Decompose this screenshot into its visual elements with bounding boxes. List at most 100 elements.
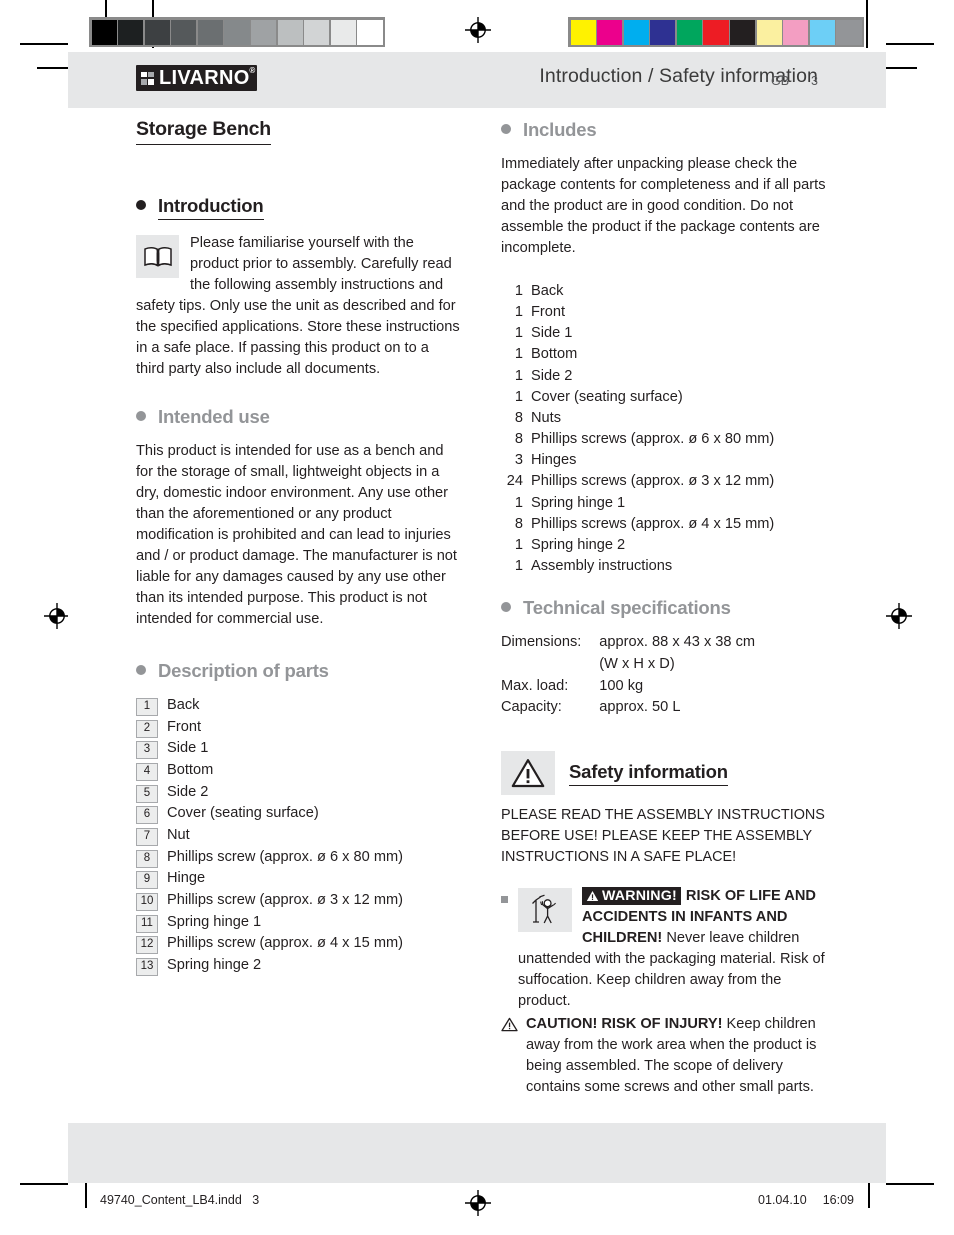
bullet-dot-icon xyxy=(136,200,146,210)
technical-specifications-heading: Technical specifications xyxy=(523,597,731,619)
part-label: Hinge xyxy=(167,870,206,887)
color-swatch xyxy=(251,19,277,45)
list-item: 13 Spring hinge 2 xyxy=(136,955,461,976)
table-row: (W x H x D) xyxy=(501,654,755,676)
part-label: Phillips screw (approx. ø 3 x 12 mm) xyxy=(167,891,403,908)
spec-key: Dimensions: xyxy=(501,634,582,651)
child-packaging-icon xyxy=(518,887,572,932)
list-item: 24 Phillips screws (approx. ø 3 x 12 mm) xyxy=(501,471,826,492)
spec-key xyxy=(501,654,599,676)
spec-value: approx. 50 L xyxy=(599,699,681,716)
color-swatch xyxy=(144,19,170,45)
livarno-wordmark: LIVARNO ® xyxy=(159,67,255,89)
footer-page-number: 3 xyxy=(811,74,818,88)
list-item: 10 Phillips screw (approx. ø 3 x 12 mm) xyxy=(136,890,461,911)
item-quantity: 1 xyxy=(514,283,523,299)
introduction-heading: Introduction xyxy=(158,195,264,220)
table-row: Capacity: approx. 50 L xyxy=(501,697,755,719)
list-item: 5 Side 2 xyxy=(136,782,461,803)
crop-mark-top-right-v xyxy=(866,0,868,48)
item-label: Nuts xyxy=(531,409,562,426)
item-label: Side 2 xyxy=(531,367,573,384)
print-file-name: 49740_Content_LB4.indd xyxy=(100,1193,242,1207)
footer-locale: GB xyxy=(770,74,790,88)
color-swatch xyxy=(783,19,809,45)
item-quantity: 1 xyxy=(514,325,523,342)
list-item: 3 Hinges xyxy=(501,450,826,471)
spec-value: (W x H x D) xyxy=(599,655,675,672)
caution-bold-text: CAUTION! RISK OF INJURY! xyxy=(526,1015,723,1032)
list-item: 2 Front xyxy=(136,717,461,738)
list-item: 8 Phillips screws (approx. ø 4 x 15 mm) xyxy=(501,514,826,535)
content-columns: Storage Bench Introduction Please famili… xyxy=(136,118,826,1098)
bullet-dot-icon xyxy=(136,411,146,421)
page-footer-band xyxy=(68,1123,886,1183)
spec-key: Max. load: xyxy=(501,677,569,694)
page-sheet: Introduction / Safety information Storag… xyxy=(68,52,886,1183)
warning-triangle-icon xyxy=(501,751,555,796)
item-label: Spring hinge 2 xyxy=(531,536,626,553)
item-quantity: 8 xyxy=(514,431,523,448)
crop-mark-bottom-left-h xyxy=(20,1183,68,1185)
item-quantity: 1 xyxy=(514,388,523,405)
color-swatch xyxy=(330,19,356,45)
section-heading-technical-specifications: Technical specifications xyxy=(501,597,826,619)
page-title: Storage Bench xyxy=(136,118,271,145)
color-swatch xyxy=(597,19,623,45)
item-label: Phillips screws (approx. ø 3 x 12 mm) xyxy=(531,473,775,490)
color-swatch xyxy=(676,19,702,45)
list-item: 1 Back xyxy=(501,281,826,302)
left-column: Storage Bench Introduction Please famili… xyxy=(136,118,461,1098)
color-swatch xyxy=(171,19,197,45)
includes-heading: Includes xyxy=(523,119,597,140)
item-quantity: 1 xyxy=(514,558,523,575)
part-number-badge: 5 xyxy=(136,784,158,803)
print-timestamp: 01.04.10 16:09 xyxy=(758,1193,854,1207)
color-swatch xyxy=(197,19,223,45)
list-item: 1 Spring hinge 2 xyxy=(501,535,826,556)
item-quantity: 1 xyxy=(514,536,523,553)
list-item: 8 Phillips screw (approx. ø 6 x 80 mm) xyxy=(136,847,461,868)
spec-value: 100 kg xyxy=(599,677,644,694)
item-label: Side 1 xyxy=(531,325,573,342)
table-row: Dimensions: approx. 88 x 43 x 38 cm xyxy=(501,632,755,654)
section-heading-introduction: Introduction xyxy=(136,195,461,220)
introduction-text: Please familiarise yourself with the pro… xyxy=(136,235,460,377)
print-file-info: 49740_Content_LB4.indd 3 xyxy=(100,1193,259,1207)
item-label: Bottom xyxy=(531,346,578,363)
part-number-badge: 7 xyxy=(136,827,158,846)
section-heading-includes: Includes xyxy=(501,119,826,141)
section-heading-safety-information: Safety information xyxy=(501,751,826,796)
description-of-parts-list: 1 Back 2 Front 3 Side 1 4 Bottom 5 Side 2 6 Cover (… xyxy=(136,695,461,976)
part-label: Spring hinge 1 xyxy=(167,913,262,930)
introduction-paragraph: Please familiarise yourself with the pro… xyxy=(136,233,461,380)
part-number-badge: 12 xyxy=(136,936,158,955)
crop-mark-top-left-h xyxy=(20,43,68,45)
part-label: Phillips screw (approx. ø 6 x 80 mm) xyxy=(167,848,403,865)
list-item: 1 Side 2 xyxy=(501,366,826,387)
color-swatch xyxy=(118,19,144,45)
part-number-badge: 11 xyxy=(136,914,158,933)
intended-use-heading: Intended use xyxy=(158,406,270,427)
color-swatch xyxy=(304,19,330,45)
livarno-wordmark-text: LIVARNO xyxy=(159,67,250,89)
book-info-icon xyxy=(136,235,179,278)
warning-label-text: WARNING! xyxy=(602,887,677,904)
table-row: Max. load: 100 kg xyxy=(501,676,755,698)
spec-value: approx. 88 x 43 x 38 cm xyxy=(599,634,756,651)
part-label: Spring hinge 2 xyxy=(167,956,262,973)
color-swatch xyxy=(836,19,862,45)
registered-mark-icon: ® xyxy=(249,66,256,75)
part-number-badge: 10 xyxy=(136,892,158,911)
part-number-badge: 1 xyxy=(136,698,158,716)
item-quantity: 24 xyxy=(506,473,523,490)
part-number-badge: 13 xyxy=(136,957,158,976)
logo-cell xyxy=(141,71,147,78)
part-number-badge: 3 xyxy=(136,741,158,760)
description-of-parts-heading: Description of parts xyxy=(158,660,329,681)
list-item: 1 Spring hinge 1 xyxy=(501,493,826,514)
part-label: Phillips screw (approx. ø 4 x 15 mm) xyxy=(167,935,403,952)
list-item: 1 Cover (seating surface) xyxy=(501,387,826,408)
crop-mark-top-right-h xyxy=(886,43,934,45)
list-item: 1 Front xyxy=(501,302,826,323)
